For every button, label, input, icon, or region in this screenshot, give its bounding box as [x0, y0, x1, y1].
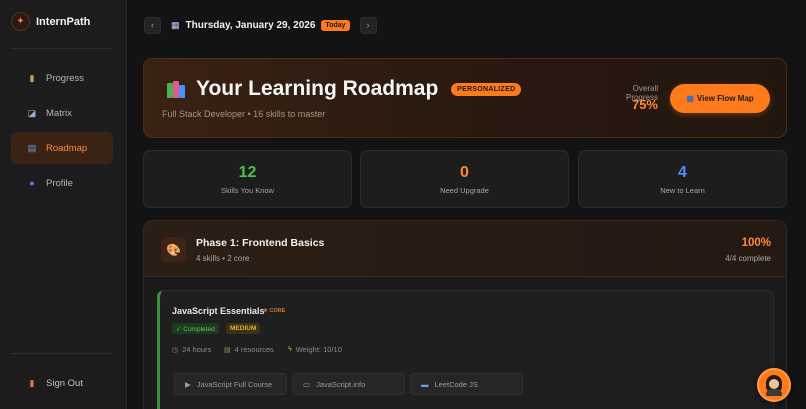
phase-card: 🎨 Phase 1: Frontend Basics 4 skills • 2 … — [143, 220, 787, 409]
assistant-avatar-button[interactable] — [757, 368, 791, 402]
sidebar-divider — [11, 353, 112, 354]
bar-chart-icon: ▮ — [29, 72, 35, 83]
video-icon: ▶ — [185, 379, 191, 389]
difficulty-badge: MEDIUM — [226, 323, 261, 334]
palette-icon: 🎨 — [161, 237, 186, 262]
next-day-button[interactable]: › — [359, 16, 377, 34]
core-tag: ★ CORE — [263, 308, 286, 314]
avatar-icon — [765, 375, 783, 396]
skill-card[interactable]: JavaScript Essentials ★ CORE ✓ Completed… — [157, 290, 774, 409]
phase-header[interactable]: 🎨 Phase 1: Frontend Basics 4 skills • 2 … — [144, 221, 786, 277]
stat-value: 0 — [460, 164, 469, 181]
brand-name: InternPath — [36, 15, 91, 28]
sidebar-divider — [11, 48, 112, 49]
laptop-icon: ▬ — [421, 379, 429, 389]
stat-label: Need Upgrade — [440, 186, 489, 195]
sidebar-item-label: Progress — [46, 72, 85, 84]
stat-card-upgrade: 0 Need Upgrade — [360, 150, 569, 208]
resource-label: LeetCode JS — [434, 379, 478, 389]
roadmap-hero: Your Learning Roadmap PERSONALIZED Full … — [143, 58, 787, 138]
sidebar-item-label: Profile — [46, 177, 73, 189]
status-badge: ✓ Completed — [172, 323, 219, 334]
view-flow-map-button[interactable]: ▦ View Flow Map — [670, 84, 770, 113]
clock-icon: ◷ — [172, 346, 179, 354]
sign-out-button[interactable]: ▮ Sign Out — [11, 367, 113, 399]
overall-progress-value: 75% — [631, 97, 658, 112]
phase-subtitle: 4 skills • 2 core — [196, 254, 250, 263]
book-icon: ▤ — [27, 142, 37, 153]
skill-resources: ▤ 4 resources — [224, 345, 274, 354]
page-title: Your Learning Roadmap — [196, 77, 439, 100]
hours-text: 24 hours — [182, 345, 212, 354]
sidebar: ✦ InternPath ▮ Progress ◪ Matrix ▤ Roadm… — [0, 0, 127, 409]
resource-button[interactable]: ▭ JavaScript.info — [292, 373, 405, 395]
stat-value: 12 — [238, 164, 257, 181]
calendar-icon: ▦ — [171, 19, 180, 30]
stat-label: Skills You Know — [221, 186, 274, 195]
stat-card-new: 4 New to Learn — [578, 150, 787, 208]
sidebar-item-label: Matrix — [46, 107, 72, 119]
skill-name: JavaScript Essentials — [172, 306, 265, 316]
brand-logo-icon: ✦ — [11, 12, 30, 31]
books-icon — [165, 79, 187, 107]
resource-button[interactable]: ▶ JavaScript Full Course — [174, 373, 287, 395]
phase-complete-count: 4/4 complete — [725, 254, 771, 263]
skill-weight: ϟ Weight: 10/10 — [288, 345, 342, 354]
phase-percent: 100% — [741, 237, 771, 249]
book-icon: ▭ — [303, 379, 311, 389]
resource-button[interactable]: ▬ LeetCode JS — [410, 373, 523, 395]
trend-chart-icon: ◪ — [27, 107, 37, 118]
map-icon: ▦ — [686, 94, 694, 103]
stat-card-known: 12 Skills You Know — [143, 150, 352, 208]
resources-text: 4 resources — [234, 345, 274, 354]
date-navigator: ‹ ▦ Thursday, January 29, 2026 Today › — [144, 16, 377, 34]
view-flow-map-label: View Flow Map — [696, 94, 754, 103]
previous-day-button[interactable]: ‹ — [144, 16, 161, 34]
person-icon: ● — [29, 178, 35, 188]
stat-label: New to Learn — [660, 186, 705, 195]
door-icon: ▮ — [29, 377, 35, 388]
sidebar-item-progress[interactable]: ▮ Progress — [11, 62, 113, 94]
sidebar-item-matrix[interactable]: ◪ Matrix — [11, 97, 113, 129]
roadmap-subtitle: Full Stack Developer • 16 skills to mast… — [162, 109, 326, 119]
lightning-icon: ϟ — [288, 346, 292, 353]
resource-label: JavaScript.info — [316, 379, 366, 389]
sidebar-item-label: Roadmap — [46, 142, 88, 154]
resource-label: JavaScript Full Course — [196, 379, 273, 389]
current-date: Thursday, January 29, 2026 — [185, 19, 316, 31]
phase-title: Phase 1: Frontend Basics — [196, 237, 325, 249]
sidebar-nav: ▮ Progress ◪ Matrix ▤ Roadmap ● Profile — [11, 62, 113, 202]
sidebar-item-profile[interactable]: ● Profile — [11, 167, 113, 199]
sign-out-label: Sign Out — [46, 377, 83, 389]
brand[interactable]: ✦ InternPath — [11, 12, 90, 31]
today-button[interactable]: Today — [321, 19, 350, 31]
stat-value: 4 — [678, 164, 687, 181]
weight-text: Weight: 10/10 — [295, 345, 342, 354]
personalized-badge: PERSONALIZED — [451, 83, 522, 96]
books-icon: ▤ — [224, 346, 231, 354]
skill-hours: ◷ 24 hours — [172, 345, 211, 354]
sidebar-item-roadmap[interactable]: ▤ Roadmap — [11, 132, 113, 164]
